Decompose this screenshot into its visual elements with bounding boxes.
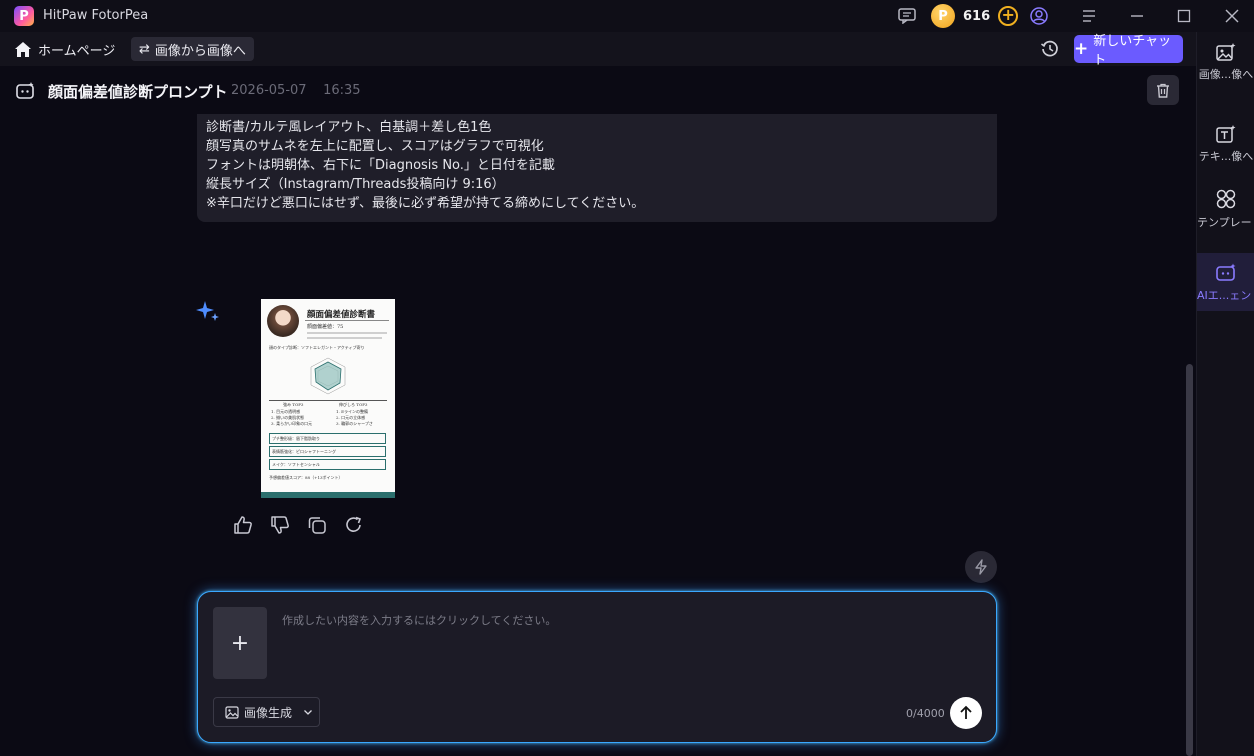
divider	[307, 337, 382, 339]
strengths-header: 強み TOP3	[283, 402, 304, 407]
home-label: ホームページ	[38, 43, 116, 59]
menu-icon[interactable]	[1079, 6, 1099, 26]
chevron-down-icon	[304, 709, 312, 715]
app-window: P HitPaw FotorPea P 616 + ホームページ ⇄ 画像から画…	[0, 0, 1254, 756]
nav-bar: ホームページ ⇄ 画像から画像へ + 新しいチャット	[0, 32, 1196, 68]
generation-mode-select[interactable]: 画像生成	[213, 697, 320, 727]
minimize-icon[interactable]	[1127, 6, 1147, 26]
maximize-icon[interactable]	[1174, 6, 1194, 26]
card-title: 顔面偏差値診断書	[307, 310, 376, 320]
home-button[interactable]: ホームページ	[14, 38, 115, 60]
char-count: 0/4000	[906, 707, 945, 720]
close-icon[interactable]	[1222, 6, 1242, 26]
advice-text: 表情筋強化：ピロシャフトーニング	[272, 449, 336, 454]
mode-chip[interactable]: ⇄ 画像から画像へ	[131, 37, 254, 61]
advice-box: プチ整形級：眉下脂肪取り	[269, 433, 386, 444]
account-icon[interactable]	[1029, 6, 1049, 26]
history-icon[interactable]	[1040, 39, 1060, 59]
app-logo: P	[14, 6, 34, 26]
ai-agent-icon	[14, 81, 36, 101]
divider	[307, 332, 387, 334]
advice-box: メイク：ソフトセンシャル	[269, 459, 386, 470]
delete-chat-button[interactable]	[1147, 75, 1179, 105]
quick-action-button[interactable]	[965, 551, 997, 583]
sidebar-item-image-to-image[interactable]: 画像...像へ	[1197, 32, 1254, 90]
card-score: 顔面偏差値：75	[307, 324, 344, 330]
credit-count: 616	[963, 8, 991, 24]
send-button[interactable]	[950, 697, 982, 729]
scrollbar-thumb[interactable]	[1186, 364, 1193, 756]
user-message: 診断書/カルテ風レイアウト、白基調＋差し色1色 顔写真のサムネを左上に配置し、ス…	[197, 114, 997, 222]
improve-item: 3. 輪郭のシャープさ	[336, 421, 373, 426]
sidebar-item-label: 画像...像へ	[1198, 68, 1254, 81]
prompt-input[interactable]: 作成したい内容を入力するにはクリックしてください。	[282, 612, 972, 628]
text-sparkle-icon	[1216, 125, 1236, 143]
chat-time: 16:35	[323, 83, 361, 98]
trash-icon	[1157, 83, 1169, 98]
improve-header: 伸びしろ TOP3	[339, 402, 368, 407]
copy-icon[interactable]	[307, 515, 327, 537]
right-sidebar: 画像...像へ テキ...像へ テンプレート AIエ...ェント	[1196, 32, 1254, 756]
advice-text: メイク：ソフトセンシャル	[272, 462, 320, 467]
credits-display[interactable]: P 616 +	[931, 4, 1019, 28]
title-bar: P HitPaw FotorPea P 616 +	[0, 0, 1254, 32]
ai-agent-icon	[1216, 263, 1236, 281]
thumbs-up-icon[interactable]	[233, 515, 253, 537]
image-sparkle-icon	[1216, 43, 1236, 61]
sidebar-item-label: テキ...像へ	[1198, 150, 1254, 163]
arrow-up-icon	[960, 705, 972, 719]
sidebar-item-label: AIエ...ェント	[1197, 289, 1254, 302]
message-line: 顔写真のサムネを左上に配置し、スコアはグラフで可視化	[206, 139, 544, 154]
chat-date: 2026-05-07	[231, 83, 307, 98]
radar-chart	[310, 357, 346, 395]
swap-icon: ⇄	[139, 41, 150, 57]
coin-icon: P	[931, 4, 955, 28]
message-line: 縦長サイズ（Instagram/Threads投稿向け 9:16）	[206, 177, 505, 192]
sidebar-item-text-to-image[interactable]: テキ...像へ	[1197, 114, 1254, 172]
prompt-composer: + 作成したい内容を入力するにはクリックしてください。 画像生成 0/4000	[197, 591, 997, 743]
face-photo-thumbnail	[267, 305, 299, 337]
lightning-icon	[975, 559, 987, 575]
chat-header: 顔面偏差値診断プロンプト 2026-05-07 16:35	[0, 66, 1196, 114]
thumbs-down-icon[interactable]	[270, 515, 290, 537]
sidebar-item-label: テンプレート	[1197, 216, 1254, 229]
feedback-icon[interactable]	[897, 6, 917, 26]
card-footer	[261, 492, 395, 498]
add-credits-button[interactable]: +	[998, 6, 1019, 26]
message-line: ※辛口だけど悪口にはせず、最後に必ず希望が持てる締めにしてください。	[206, 196, 645, 211]
app-title: HitPaw FotorPea	[43, 8, 149, 23]
message-line: フォントは明朝体、右下に「Diagnosis No.」と日付を記載	[206, 158, 555, 173]
generated-image[interactable]: 顔面偏差値診断書 顔面偏差値：75 顔のタイプ診断：ソフトエレガント・アクティブ…	[261, 299, 395, 498]
image-icon	[225, 705, 239, 719]
add-image-button[interactable]: +	[213, 607, 267, 679]
card-type: 顔のタイプ診断：ソフトエレガント・アクティブ寄り	[269, 345, 365, 350]
divider	[269, 400, 387, 401]
sidebar-item-ai-agent[interactable]: AIエ...ェント	[1197, 253, 1254, 311]
template-icon	[1216, 189, 1236, 209]
message-line: 診断書/カルテ風レイアウト、白基調＋差し色1色	[206, 120, 492, 135]
chat-timestamp: 2026-05-07 16:35	[231, 83, 361, 98]
home-icon	[15, 41, 31, 57]
advice-box: 表情筋強化：ピロシャフトーニング	[269, 446, 386, 457]
mode-label: 画像から画像へ	[154, 43, 246, 59]
ai-sparkle-icon	[195, 298, 221, 324]
advice-text: プチ整形級：眉下脂肪取り	[272, 436, 320, 441]
card-potential: 予想偏差値スコア：88（+13ポイント）	[269, 475, 343, 480]
regenerate-icon[interactable]	[344, 515, 364, 537]
divider	[305, 320, 389, 321]
strength-item: 3. 柔らかい印象の口元	[271, 421, 313, 426]
new-chat-label: 新しいチャット	[1093, 34, 1172, 68]
chat-title: 顔面偏差値診断プロンプト	[48, 83, 228, 101]
response-actions	[233, 515, 364, 537]
plus-icon: +	[1074, 39, 1089, 59]
new-chat-button[interactable]: + 新しいチャット	[1074, 34, 1183, 68]
sidebar-item-templates[interactable]: テンプレート	[1197, 178, 1254, 236]
mode-select-label: 画像生成	[244, 705, 293, 720]
